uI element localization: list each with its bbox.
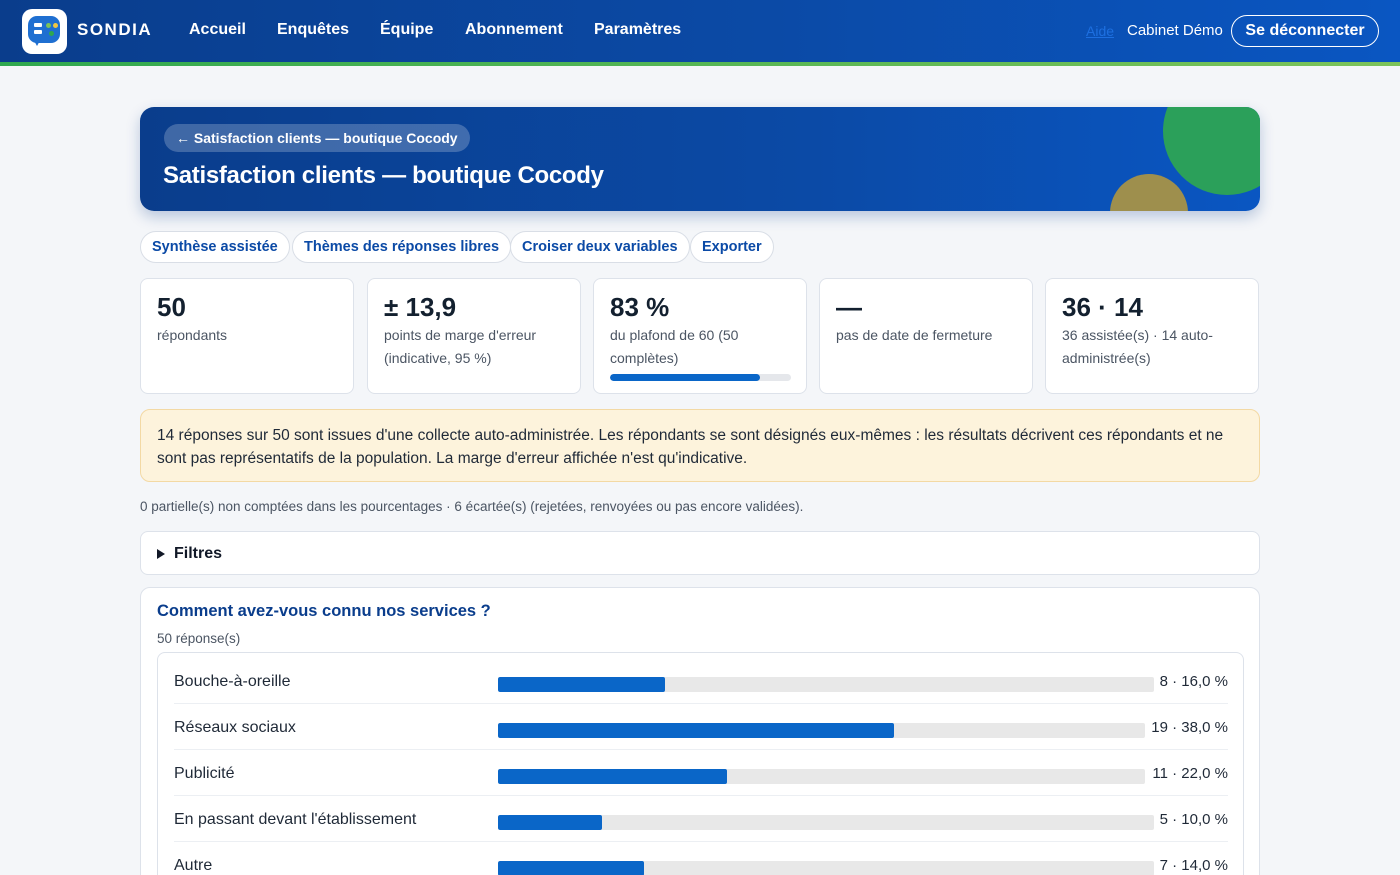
stat-card-collection-mode: 36 · 14 36 assistée(s) · 14 auto-adminis… (1045, 278, 1259, 394)
answer-label: En passant devant l'établissement (174, 811, 417, 828)
logout-button[interactable]: Se déconnecter (1231, 15, 1379, 47)
quota-progress-bar (610, 374, 791, 381)
nav-parametres[interactable]: Paramètres (594, 21, 681, 39)
answer-row: En passant devant l'établissement 5 · 10,… (174, 796, 1228, 842)
survey-header-banner: ← Satisfaction clients — boutique Cocody… (140, 107, 1260, 211)
stat-label: pas de date de fermeture (836, 327, 993, 343)
filters-label: Filtres (174, 545, 223, 562)
stat-value: — (836, 292, 862, 322)
navbar-accent-line (0, 62, 1400, 66)
stat-card-margin-of-error: ± 13,9 points de marge d'erreur (indicat… (367, 278, 581, 394)
question-results-card: Comment avez-vous connu nos services ? 5… (140, 587, 1260, 875)
nav-equipe[interactable]: Équipe (380, 21, 433, 39)
answer-row: Autre 7 · 14,0 % (174, 842, 1228, 875)
answer-value: 11 · 22,0 % (1152, 765, 1228, 782)
assisted-summary-button[interactable]: Synthèse assistée (140, 231, 290, 263)
open-answer-themes-button[interactable]: Thèmes des réponses libres (292, 231, 512, 263)
answer-bar-track (498, 677, 1154, 692)
stat-label: points de marge d'erreur (indicative, 95… (384, 327, 537, 366)
answer-bar-fill (498, 677, 665, 692)
account-name: Cabinet Démo (1127, 22, 1223, 39)
filters-toggle[interactable]: Filtres (140, 531, 1260, 575)
answer-bar-fill (498, 769, 727, 784)
question-response-count: 50 réponse(s) (157, 631, 241, 646)
answer-row: Publicité 11 · 22,0 % (174, 750, 1228, 796)
answer-value: 19 · 38,0 % (1151, 719, 1228, 736)
triangle-right-icon (157, 549, 165, 559)
answer-bar-track (498, 769, 1145, 784)
stat-label: 36 assistée(s) · 14 auto-administrée(s) (1062, 327, 1213, 366)
stat-value: 83 % (610, 292, 670, 322)
nav-accueil[interactable]: Accueil (189, 21, 246, 39)
answer-bar-track (498, 815, 1154, 830)
stat-card-quota: 83 % du plafond de 60 (50 complètes) (593, 278, 807, 394)
stat-card-respondents: 50 répondants (140, 278, 354, 394)
stat-label: du plafond de 60 (50 complètes) (610, 327, 739, 366)
top-navbar: SONDIA Accueil Enquêtes Équipe Abonnemen… (0, 0, 1400, 62)
answer-bar-fill (498, 861, 644, 875)
stat-value: ± 13,9 (384, 292, 457, 322)
answer-value: 7 · 14,0 % (1159, 857, 1228, 874)
sondia-logo-icon[interactable] (22, 9, 67, 54)
back-to-survey-link[interactable]: ← Satisfaction clients — boutique Cocody (164, 124, 470, 152)
answer-row: Bouche-à-oreille 8 · 16,0 % (174, 658, 1228, 704)
partial-responses-note: 0 partielle(s) non comptées dans les pou… (140, 499, 804, 514)
page-title: Satisfaction clients — boutique Cocody (163, 162, 604, 189)
answer-label: Publicité (174, 765, 235, 782)
decorative-circle (1110, 174, 1188, 211)
stat-value: 50 (157, 292, 186, 322)
self-administered-warning: 14 réponses sur 50 sont issues d'une col… (140, 409, 1260, 482)
answer-label: Autre (174, 857, 213, 874)
answer-bar-fill (498, 815, 602, 830)
question-title: Comment avez-vous connu nos services ? (157, 602, 491, 620)
quota-progress-fill (610, 374, 761, 381)
brand-name[interactable]: SONDIA (77, 20, 152, 40)
stat-label: répondants (157, 327, 228, 343)
decorative-circle (1163, 107, 1260, 195)
answer-bar-track (498, 861, 1154, 875)
answers-list: Bouche-à-oreille 8 · 16,0 % Réseaux sociau… (157, 652, 1244, 875)
export-button[interactable]: Exporter (690, 231, 774, 263)
answer-value: 8 · 16,0 % (1159, 673, 1228, 690)
answer-value: 5 · 10,0 % (1159, 811, 1228, 828)
nav-abonnement[interactable]: Abonnement (465, 21, 563, 39)
help-link[interactable]: Aide (1086, 23, 1114, 39)
cross-variables-button[interactable]: Croiser deux variables (510, 231, 690, 263)
stat-value: 36 · 14 (1062, 292, 1143, 322)
answer-bar-fill (498, 723, 894, 738)
answer-label: Bouche-à-oreille (174, 673, 291, 690)
stat-card-close-date: — pas de date de fermeture (819, 278, 1033, 394)
answer-bar-track (498, 723, 1145, 738)
answer-label: Réseaux sociaux (174, 719, 296, 736)
answer-row: Réseaux sociaux 19 · 38,0 % (174, 704, 1228, 750)
nav-enquetes[interactable]: Enquêtes (277, 21, 349, 39)
